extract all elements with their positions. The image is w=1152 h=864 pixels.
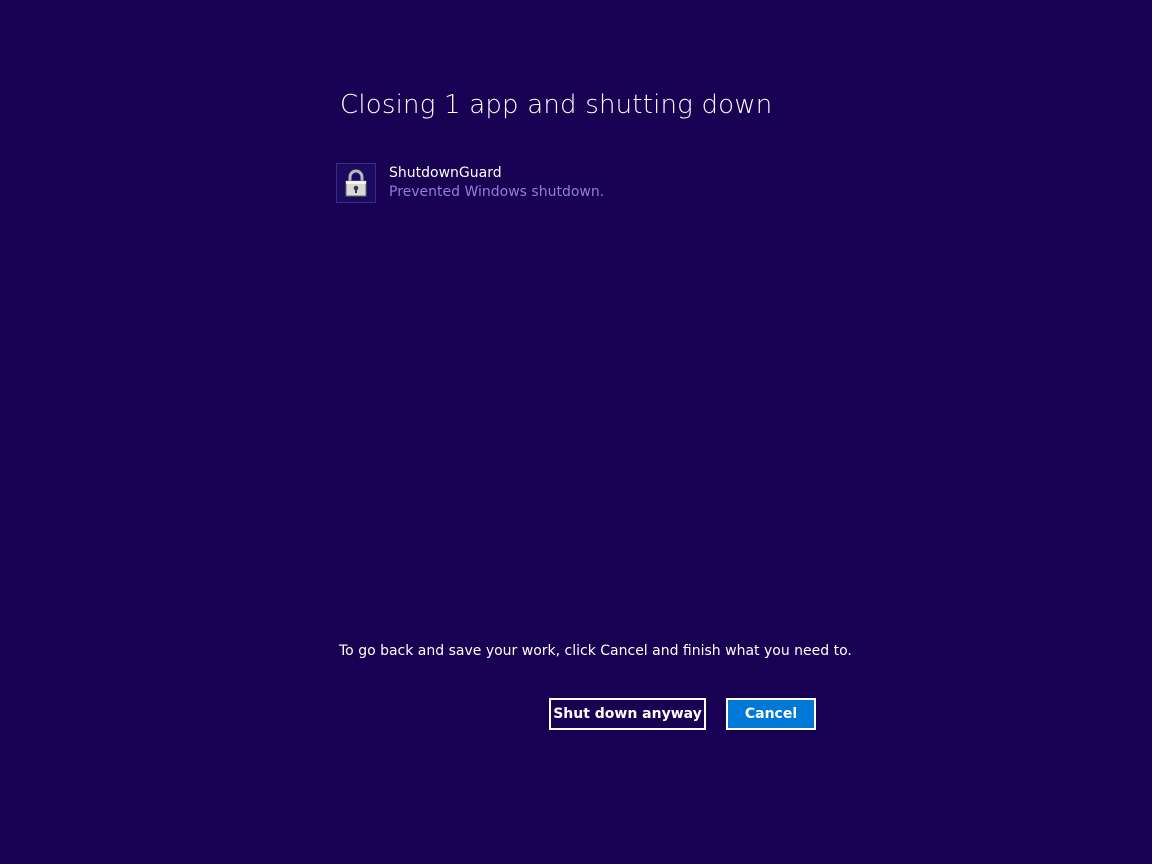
app-name: ShutdownGuard bbox=[389, 165, 502, 181]
shutdown-screen: Closing 1 app and shutting down Shutdown… bbox=[0, 0, 1152, 864]
app-status: Prevented Windows shutdown. bbox=[389, 184, 605, 200]
padlock-icon bbox=[336, 163, 376, 203]
blocking-app-item: ShutdownGuard Prevented Windows shutdown… bbox=[336, 163, 604, 203]
shut-down-anyway-button[interactable]: Shut down anyway bbox=[549, 698, 706, 730]
page-title: Closing 1 app and shutting down bbox=[340, 90, 773, 120]
cancel-hint-text: To go back and save your work, click Can… bbox=[339, 643, 852, 659]
cancel-button[interactable]: Cancel bbox=[726, 698, 816, 730]
